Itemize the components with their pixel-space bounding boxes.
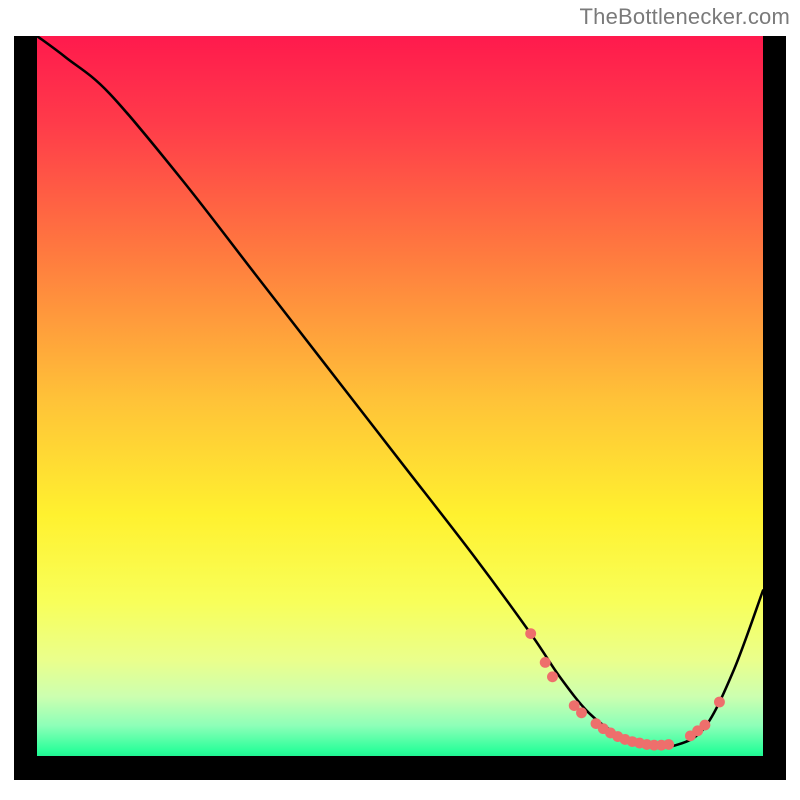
marker-dot	[714, 697, 725, 708]
plot-frame	[14, 36, 786, 780]
bottleneck-curve	[37, 36, 763, 747]
marker-dot	[547, 671, 558, 682]
chart-svg	[37, 36, 763, 756]
marker-dot	[525, 628, 536, 639]
marker-dot	[576, 707, 587, 718]
highlight-dots	[525, 628, 725, 750]
marker-dot	[540, 657, 551, 668]
attribution-text: TheBottlenecker.com	[580, 4, 790, 30]
marker-dot	[663, 739, 674, 750]
marker-dot	[699, 720, 710, 731]
plot-area	[37, 36, 763, 756]
